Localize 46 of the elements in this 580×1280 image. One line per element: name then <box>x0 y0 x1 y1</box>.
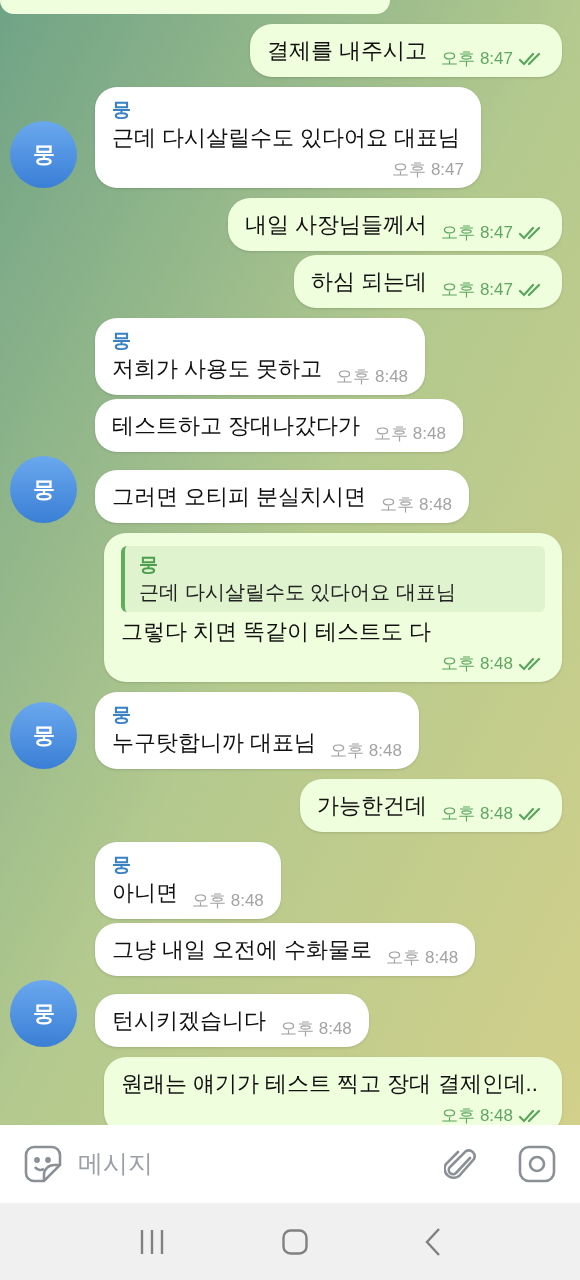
message-text: 아니면 <box>112 879 178 907</box>
message-time: 오후 8:47 <box>392 159 464 181</box>
message-time: 오후 8:48 <box>380 494 453 516</box>
sender-name: 뭉 <box>112 853 132 877</box>
message-time: 오후 8:47 <box>441 48 513 70</box>
message-field[interactable]: 메시지 <box>78 1145 428 1183</box>
message-time: 오후 8:47 <box>441 222 513 244</box>
message-time: 오후 8:48 <box>192 890 264 912</box>
home-icon[interactable] <box>282 1228 308 1255</box>
avatar[interactable]: 뭉 <box>10 702 77 769</box>
message-text: 누구탓합니까 대표님 <box>112 729 317 757</box>
message-text: 내일 사장님들께서 <box>245 211 428 239</box>
message-time: 오후 8:48 <box>280 1018 352 1040</box>
message-time: 오후 8:48 <box>336 366 409 388</box>
message-text: 테스트하고 장대나갔다가 <box>112 412 361 440</box>
quoted-sender: 뭉 <box>139 553 159 577</box>
sender-name: 뭉 <box>112 329 132 353</box>
message-text: 근데 다시살릴수도 있다어요 대표님 <box>112 124 462 152</box>
paperclip-icon[interactable] <box>444 1146 478 1182</box>
message-text: 하심 되는데 <box>311 268 428 296</box>
message-time: 오후 8:48 <box>330 740 402 762</box>
message-text: 가능한건데 <box>317 792 428 820</box>
sender-name: 뭉 <box>112 98 132 122</box>
avatar[interactable]: 뭉 <box>10 121 77 188</box>
message-time: 오후 8:48 <box>374 423 446 445</box>
sticker-icon[interactable] <box>24 1145 62 1183</box>
message-text: 저희가 사용도 못하고 <box>112 355 323 383</box>
avatar[interactable]: 뭉 <box>10 456 77 523</box>
message-text: 결제를 내주시고 <box>267 37 428 65</box>
message-time: 오후 8:48 <box>386 947 459 969</box>
message-time: 오후 8:48 <box>441 803 513 825</box>
camera-icon[interactable] <box>518 1145 556 1183</box>
message-time: 오후 8:47 <box>441 279 513 301</box>
quoted-text: 근데 다시살릴수도 있다어요 대표님 <box>139 580 457 605</box>
message-text: 그러면 오티피 분실치시면 <box>112 483 367 511</box>
avatar[interactable]: 뭉 <box>10 980 77 1047</box>
message-text: 원래는 얘기가 테스트 찍고 장대 결제인데.. <box>121 1070 539 1098</box>
message-time: 오후 8:48 <box>441 653 513 675</box>
recent-apps-icon[interactable] <box>138 1228 165 1255</box>
back-icon[interactable] <box>425 1227 442 1256</box>
message-text: 턴시키겠습니다 <box>112 1007 266 1035</box>
message-time: 오후 8:48 <box>441 1105 513 1125</box>
sender-name: 뭉 <box>112 703 132 727</box>
message-text: 그냥 내일 오전에 수화물로 <box>112 936 373 964</box>
message-text: 그렇다 치면 똑같이 테스트도 다 <box>121 618 433 646</box>
quoted-reply[interactable]: 뭉 근데 다시살릴수도 있다어요 대표님 <box>121 546 545 612</box>
